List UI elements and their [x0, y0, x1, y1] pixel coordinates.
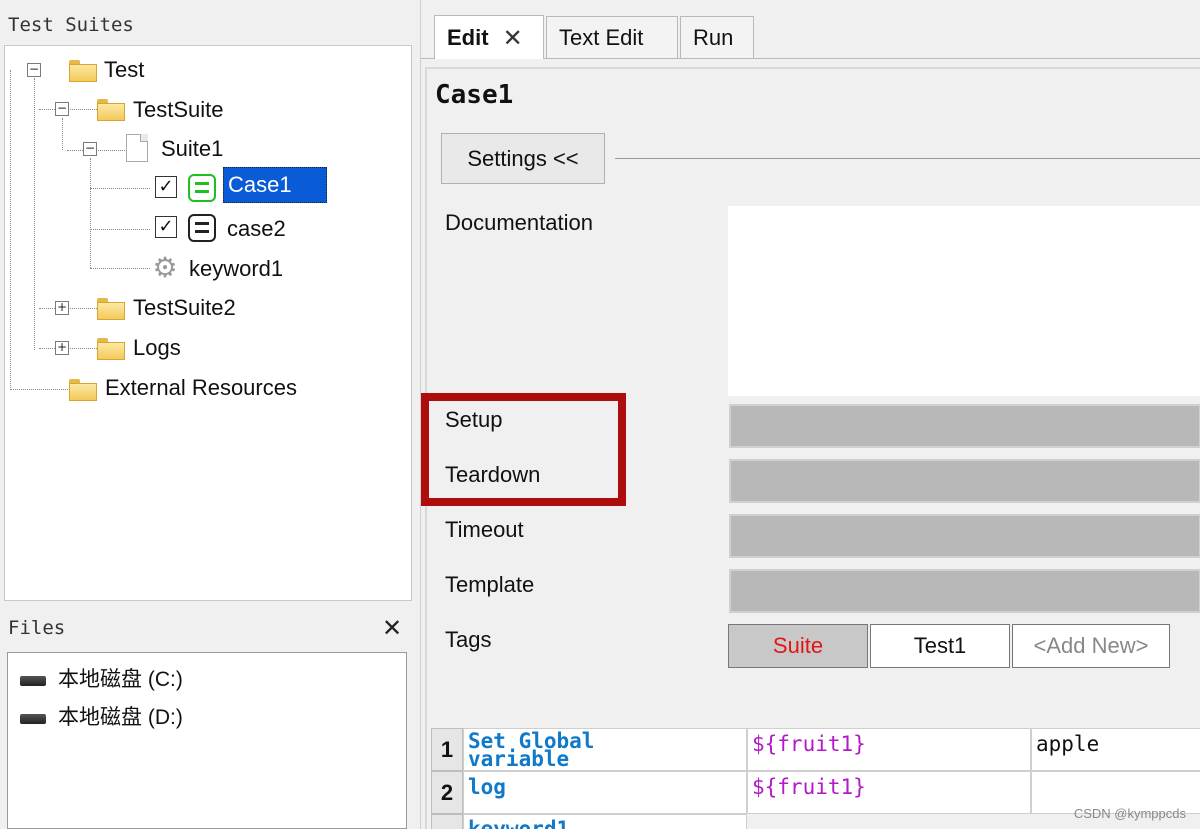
testcase-robot-icon [188, 174, 216, 202]
drive-c[interactable]: 本地磁盘 (C:) [20, 663, 183, 693]
teardown-label: Teardown [445, 462, 541, 487]
case2-checkbox[interactable]: ✓ [155, 216, 177, 238]
tags-label: Tags [445, 627, 492, 652]
argument-cell[interactable]: apple [1031, 728, 1200, 771]
gear-icon: ⚙ [152, 251, 178, 284]
logs-folder-icon [97, 338, 125, 360]
drive-icon [20, 714, 46, 724]
row-number[interactable] [431, 814, 463, 829]
collapse-testsuite-toggle[interactable]: − [55, 102, 69, 116]
tag-test1[interactable]: Test1 [870, 624, 1010, 668]
folder-icon [69, 60, 97, 82]
tree-node-external-resources[interactable]: External Resources [105, 373, 297, 403]
external-resources-folder-icon [69, 379, 97, 401]
tab-text-edit[interactable]: Text Edit [546, 16, 678, 58]
template-field[interactable] [729, 569, 1200, 613]
settings-toggle-button[interactable]: Settings << [441, 133, 605, 184]
drive-icon [20, 676, 46, 686]
folder-icon [97, 298, 125, 320]
setup-label: Setup [445, 407, 503, 432]
close-tab-icon[interactable]: ✕ [503, 24, 523, 52]
files-title: Files [8, 617, 66, 639]
documentation-field[interactable] [728, 206, 1200, 396]
suite-tree: − Test − TestSuite − Suite1 ✓ Case1 ✓ ca… [4, 45, 412, 601]
keyword-cell[interactable]: log [463, 771, 747, 814]
editor-panel: Edit ✕ Text Edit Run Case1 Settings << D… [420, 0, 1200, 829]
tree-node-testsuite2[interactable]: TestSuite2 [133, 293, 236, 323]
tree-node-testsuite[interactable]: TestSuite [133, 95, 224, 125]
template-label: Template [445, 572, 535, 597]
tree-node-logs[interactable]: Logs [133, 333, 181, 363]
add-tag-button[interactable]: <Add New> [1012, 624, 1170, 668]
testcase-robot-icon [188, 214, 216, 242]
test-suites-title: Test Suites [8, 14, 134, 36]
tag-suite[interactable]: Suite [728, 624, 868, 668]
tree-node-case1[interactable]: Case1 [223, 167, 327, 203]
keyword-cell[interactable]: Set Global variable [463, 728, 747, 771]
tree-node-suite1[interactable]: Suite1 [161, 134, 223, 164]
collapse-suite1-toggle[interactable]: − [83, 142, 97, 156]
documentation-label: Documentation [445, 210, 593, 235]
teardown-field[interactable] [729, 459, 1200, 503]
tree-node-case2[interactable]: case2 [227, 214, 286, 244]
row-number[interactable]: 2 [431, 771, 463, 814]
tab-run[interactable]: Run [680, 16, 754, 58]
left-panel: Test Suites − Test − TestSuite − Suite1 … [0, 0, 414, 829]
argument-cell[interactable]: ${fruit1} [747, 771, 1031, 814]
tree-node-keyword1[interactable]: keyword1 [189, 254, 283, 284]
watermark: CSDN @kymppcds [1073, 806, 1186, 821]
tree-node-test[interactable]: Test [104, 55, 144, 85]
drive-d[interactable]: 本地磁盘 (D:) [20, 701, 183, 731]
timeout-field[interactable] [729, 514, 1200, 558]
keyword-cell[interactable]: keyword1 [463, 814, 747, 829]
expand-testsuite2-toggle[interactable]: + [55, 301, 69, 315]
collapse-test-toggle[interactable]: − [27, 63, 41, 77]
expand-logs-toggle[interactable]: + [55, 341, 69, 355]
argument-cell[interactable]: ${fruit1} [747, 728, 1031, 771]
file-icon [126, 134, 148, 162]
row-number[interactable]: 1 [431, 728, 463, 771]
tab-edit[interactable]: Edit ✕ [434, 15, 544, 59]
folder-icon [97, 99, 125, 121]
page-title: Case1 [435, 80, 514, 110]
files-panel: 本地磁盘 (C:) 本地磁盘 (D:) [7, 652, 407, 829]
timeout-label: Timeout [445, 517, 524, 542]
close-files-button[interactable]: ✕ [382, 614, 402, 642]
case1-checkbox[interactable]: ✓ [155, 176, 177, 198]
setup-field[interactable] [729, 404, 1200, 448]
